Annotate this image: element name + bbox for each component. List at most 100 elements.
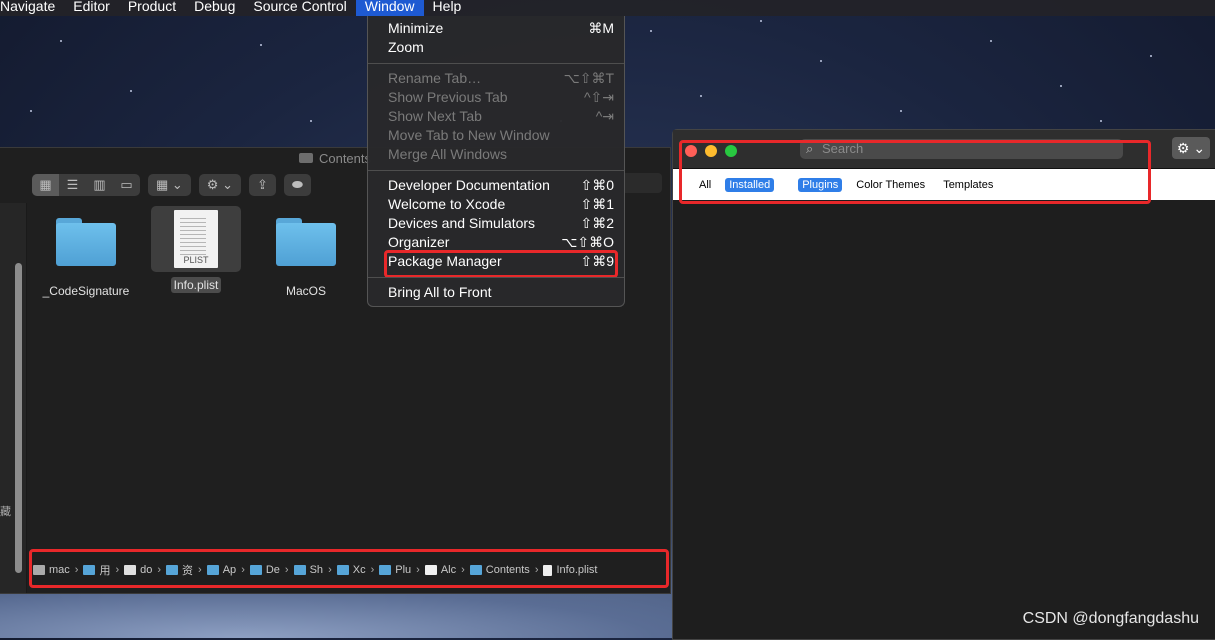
menu-item-label: Merge All Windows: [388, 146, 508, 162]
file-item-codesignature[interactable]: _CodeSignature: [41, 218, 131, 298]
folder-icon: [298, 153, 313, 163]
menu-navigate[interactable]: Navigate: [0, 0, 64, 16]
path-segment[interactable]: De: [249, 564, 280, 576]
path-segment[interactable]: Xc: [336, 564, 366, 576]
hd-icon: [33, 565, 45, 575]
view-mode-group: ▦ ☰ ▥ ▭: [32, 174, 140, 196]
chevron-right-icon: ›: [370, 564, 375, 576]
filter-color-themes[interactable]: Color Themes: [852, 178, 929, 192]
menu-item-show-previous-tab[interactable]: Show Previous Tab ^⇧⇥: [388, 89, 614, 108]
path-segment[interactable]: Ap: [206, 564, 237, 576]
path-segment[interactable]: mac: [33, 564, 70, 576]
menu-item-rename-tab[interactable]: Rename Tab… ⌥⇧⌘T: [388, 70, 614, 89]
file-item-info-plist[interactable]: PLIST Info.plist: [151, 206, 241, 293]
menu-item-package-manager[interactable]: Package Manager ⇧⌘9: [388, 253, 614, 272]
settings-gear-button[interactable]: ⚙︎ ⌄: [1172, 137, 1210, 159]
menu-window[interactable]: Window: [355, 0, 424, 16]
menu-item-shortcut: ⇧⌘0: [580, 177, 614, 193]
path-segment[interactable]: 用: [83, 562, 110, 578]
filter-templates[interactable]: Templates: [939, 178, 997, 192]
path-segment[interactable]: Info.plist: [543, 564, 597, 576]
menu-item-shortcut: ⌥⇧⌘O: [561, 234, 614, 250]
menu-source-control[interactable]: Source Control: [244, 0, 355, 16]
icon-view-button[interactable]: ▦: [32, 174, 59, 196]
menu-editor[interactable]: Editor: [64, 0, 119, 16]
chevron-right-icon: ›: [328, 564, 332, 576]
path-segment[interactable]: Alc: [424, 564, 457, 576]
column-view-button[interactable]: ▥: [86, 174, 113, 196]
menu-item-shortcut: ⇧⌘1: [580, 196, 614, 212]
path-bar: mac › 用 › do › 资 › Ap › De › Sh › Xc › Plu › Alc › Contents ›…: [33, 559, 663, 581]
file-icon-wrap: [261, 218, 351, 266]
menu-item-label: Welcome to Xcode: [388, 196, 506, 212]
chevron-right-icon: ›: [157, 564, 162, 576]
menu-item-label: Bring All to Front: [388, 284, 492, 300]
file-label: Info.plist: [151, 277, 241, 293]
menu-help[interactable]: Help: [424, 0, 471, 16]
file-label: _CodeSignature: [42, 284, 130, 298]
menu-item-shortcut: ⇧⌘2: [580, 215, 614, 231]
sidebar-scrollbar[interactable]: [15, 263, 22, 573]
path-segment[interactable]: Plu: [379, 564, 411, 576]
tag-button[interactable]: ⬬: [283, 174, 311, 196]
menu-product[interactable]: Product: [119, 0, 185, 16]
chevron-right-icon: ›: [241, 564, 245, 576]
menu-debug[interactable]: Debug: [185, 0, 244, 16]
menu-item-shortcut: ⌘M: [588, 20, 614, 36]
path-segment-label: Ap: [222, 564, 237, 576]
menu-item-label: Move Tab to New Window: [388, 127, 550, 143]
minimize-window-button[interactable]: [705, 145, 717, 157]
menu-item-shortcut: ⌥⇧⌘T: [563, 70, 614, 86]
path-segment-label: do: [140, 564, 153, 576]
menu-item-devices-and-simulators[interactable]: Devices and Simulators ⇧⌘2: [388, 215, 614, 234]
share-button[interactable]: ⇪: [248, 174, 276, 196]
folder-icon: [469, 565, 482, 575]
package-manager-titlebar: ⌕ Search ⚙︎ ⌄: [673, 130, 1215, 169]
chevron-right-icon: ›: [416, 564, 420, 576]
path-segment-label: De: [265, 564, 280, 576]
menu-item-label: Show Previous Tab: [388, 89, 508, 105]
menu-separator: [368, 277, 624, 278]
path-segment[interactable]: 资: [166, 562, 193, 578]
menu-item-bring-all-to-front[interactable]: Bring All to Front: [388, 284, 614, 303]
menu-item-label: Minimize: [388, 20, 444, 36]
path-segment[interactable]: do: [124, 564, 152, 576]
gallery-view-button[interactable]: ▭: [113, 174, 140, 196]
close-window-button[interactable]: [685, 145, 697, 157]
filter-installed[interactable]: Installed: [725, 177, 775, 192]
path-segment-label: Plu: [395, 564, 412, 576]
path-segment-label: Alc: [440, 564, 457, 576]
menu-item-minimize[interactable]: Minimize ⌘M: [388, 20, 614, 39]
menu-item-label: Rename Tab…: [388, 70, 482, 86]
group-by-button[interactable]: ▦ ⌄: [148, 174, 191, 196]
folder-icon: [249, 565, 262, 575]
folder-icon: [276, 218, 336, 266]
menu-item-welcome-to-xcode[interactable]: Welcome to Xcode ⇧⌘1: [388, 196, 614, 215]
path-segment-label: Info.plist: [556, 564, 598, 576]
menu-item-label: Organizer: [388, 234, 450, 250]
menu-item-developer-documentation[interactable]: Developer Documentation ⇧⌘0: [388, 177, 614, 196]
list-view-button[interactable]: ☰: [59, 174, 86, 196]
home-icon: [124, 565, 137, 575]
filter-plugins[interactable]: Plugins: [798, 177, 843, 192]
chevron-right-icon: ›: [74, 564, 79, 576]
menu-item-move-tab-to-new-window[interactable]: Move Tab to New Window: [388, 127, 614, 146]
menu-item-show-next-tab[interactable]: Show Next Tab ^⇥: [388, 108, 614, 127]
package-search-input[interactable]: ⌕ Search: [800, 139, 1123, 159]
action-gear-button[interactable]: ⚙ ⌄: [198, 174, 241, 196]
menu-item-shortcut: ^⇧⇥: [583, 89, 614, 105]
menu-item-zoom[interactable]: Zoom: [388, 39, 614, 58]
path-segment-label: 资: [182, 565, 194, 577]
doc-icon: [543, 564, 553, 576]
window-menu-dropdown: Minimize ⌘M Zoom Rename Tab… ⌥⇧⌘T Show Previo…: [367, 16, 625, 307]
path-segment[interactable]: Contents: [469, 564, 530, 576]
file-item-macos[interactable]: MacOS: [261, 218, 351, 298]
menu-item-merge-all-windows[interactable]: Merge All Windows: [388, 146, 614, 165]
file-label: MacOS: [285, 284, 326, 298]
zoom-window-button[interactable]: [725, 145, 737, 157]
path-segment[interactable]: Sh: [293, 564, 324, 576]
menu-bar: Navigate Editor Product Debug Source Control…: [0, 0, 1215, 16]
menu-item-organizer[interactable]: Organizer ⌥⇧⌘O: [388, 234, 614, 253]
path-segment-label: Sh: [309, 564, 324, 576]
filter-all[interactable]: All: [695, 178, 715, 192]
